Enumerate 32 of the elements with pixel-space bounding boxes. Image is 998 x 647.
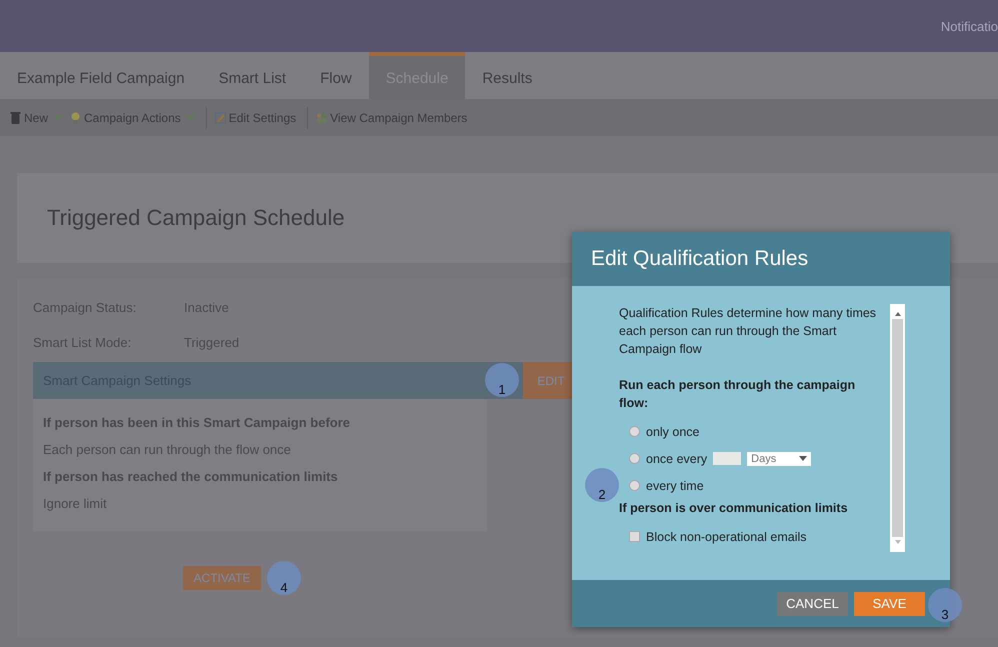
activate-button[interactable]: ACTIVATE xyxy=(183,566,261,590)
dialog-title: Edit Qualification Rules xyxy=(591,247,808,271)
trash-icon xyxy=(10,112,21,124)
tab[interactable]: Smart List xyxy=(202,52,304,99)
pencil-icon xyxy=(214,112,226,124)
intro-text: Qualification Rules determine how many times each person can run through the Smart Campaign flow xyxy=(619,305,878,358)
scrollbar[interactable] xyxy=(890,304,905,552)
click-marker: 1 xyxy=(485,363,519,397)
radio-button[interactable] xyxy=(629,480,640,491)
lightbulb-icon xyxy=(70,112,82,124)
option-label: every time xyxy=(646,478,704,492)
section-heading: If person is over communication limits xyxy=(619,500,849,517)
tab[interactable]: Flow xyxy=(303,52,369,99)
cancel-button[interactable]: CANCEL xyxy=(777,592,848,616)
tab[interactable]: Example Field Campaign xyxy=(0,52,202,99)
interval-field[interactable] xyxy=(713,452,742,465)
click-marker: 3 xyxy=(928,588,962,622)
checkbox-label: Block non-operational emails xyxy=(646,530,807,544)
click-marker: 4 xyxy=(267,561,301,595)
section-heading: Run each person through the campaign flow: xyxy=(619,377,856,412)
unit-dropdown[interactable]: Days xyxy=(747,452,812,466)
click-marker: 2 xyxy=(585,468,619,502)
radio-button[interactable] xyxy=(629,453,640,464)
people-icon xyxy=(316,112,328,124)
option-label: once every xyxy=(646,452,708,466)
option-label: only once xyxy=(646,424,700,438)
notifications-link[interactable]: Notificatio xyxy=(940,18,998,34)
tab[interactable]: Results xyxy=(465,52,550,99)
radio-button[interactable] xyxy=(629,426,640,437)
page-title: Triggered Campaign Schedule xyxy=(47,205,345,231)
save-button[interactable]: SAVE xyxy=(854,592,925,616)
checkbox[interactable] xyxy=(629,531,640,542)
